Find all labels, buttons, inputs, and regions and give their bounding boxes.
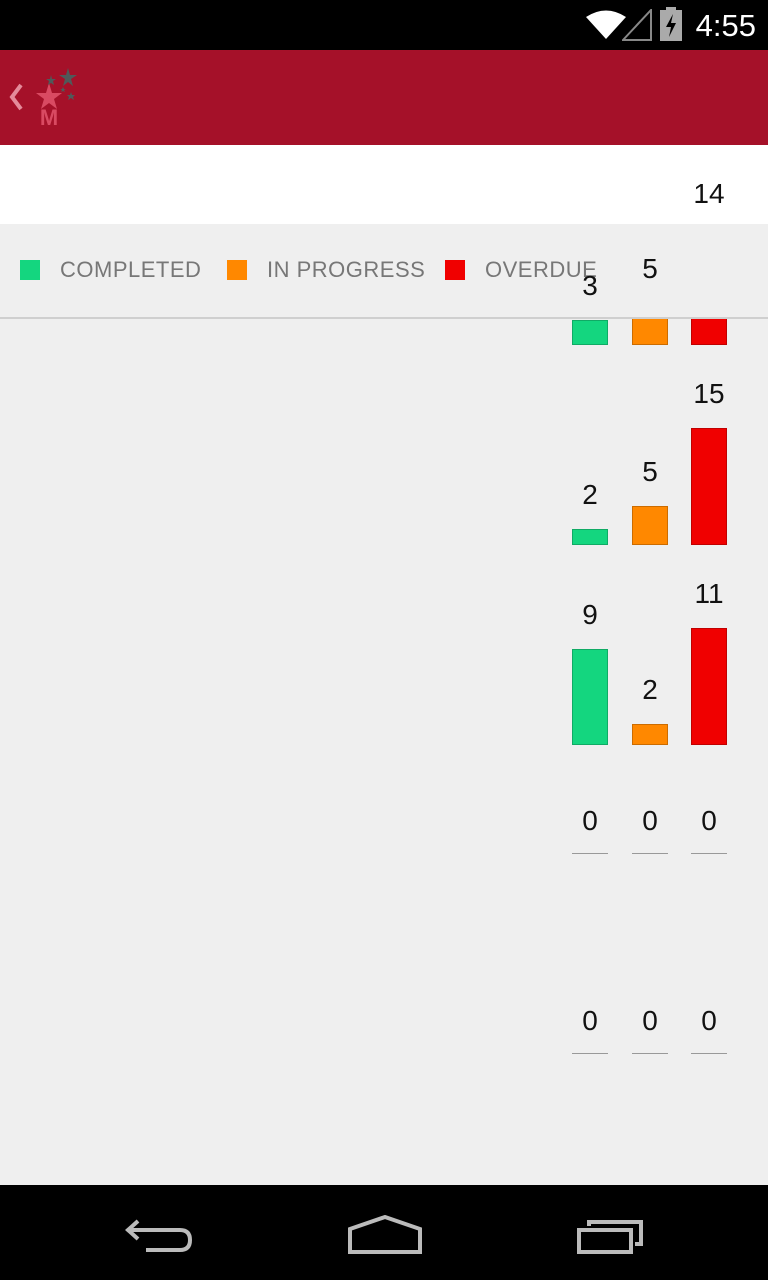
legend-in-progress: IN PROGRESS [227, 257, 426, 282]
wifi-icon [586, 10, 626, 39]
header-blank [0, 145, 768, 224]
bar-overdue [691, 628, 727, 745]
legend-swatch [227, 260, 247, 280]
value-label: 0 [642, 1005, 658, 1036]
legend-swatch [20, 260, 40, 280]
value-label: 9 [582, 599, 598, 631]
zero-line [691, 1053, 727, 1054]
zero-line [632, 853, 668, 854]
app-bar: M [0, 50, 768, 145]
bar-completed [572, 319, 608, 345]
bar-in-progress [632, 723, 668, 745]
value-label: 0 [642, 805, 658, 836]
home-icon[interactable] [347, 1215, 423, 1255]
value-label: 0 [582, 805, 598, 836]
chevron-left-icon[interactable] [8, 83, 24, 111]
value-label: 14 [693, 178, 725, 209]
legend-label: IN PROGRESS [267, 257, 426, 282]
value-label: 0 [701, 805, 717, 836]
value-label: 15 [693, 378, 725, 409]
zero-line [691, 853, 727, 854]
value-label: 2 [642, 673, 658, 705]
value-label: 2 [582, 479, 598, 511]
back-icon[interactable] [124, 1218, 194, 1254]
legend-completed: COMPLETED [20, 257, 202, 282]
legend-swatch [445, 260, 465, 280]
bar-overdue [691, 428, 727, 545]
value-label: 0 [582, 1005, 598, 1036]
signal-icon [622, 9, 652, 41]
svg-text:M: M [40, 105, 58, 127]
battery-charging-icon [660, 7, 682, 41]
zero-line [572, 853, 608, 854]
value-label: 5 [642, 253, 658, 285]
app-logo: M [36, 68, 77, 127]
clock: 4:55 [695, 8, 756, 43]
value-label: 3 [582, 269, 598, 301]
value-label: 0 [701, 1005, 717, 1036]
value-label: 11 [694, 578, 724, 609]
zero-line [632, 1053, 668, 1054]
value-label: 5 [642, 456, 658, 487]
legend-label: COMPLETED [60, 257, 202, 282]
recents-icon[interactable] [575, 1218, 645, 1254]
bar-completed [572, 529, 608, 545]
status-bar: 4:55 [0, 0, 768, 50]
navigation-bar [0, 1185, 768, 1280]
bar-completed [572, 649, 608, 745]
bar-in-progress [632, 506, 668, 545]
zero-line [572, 1053, 608, 1054]
